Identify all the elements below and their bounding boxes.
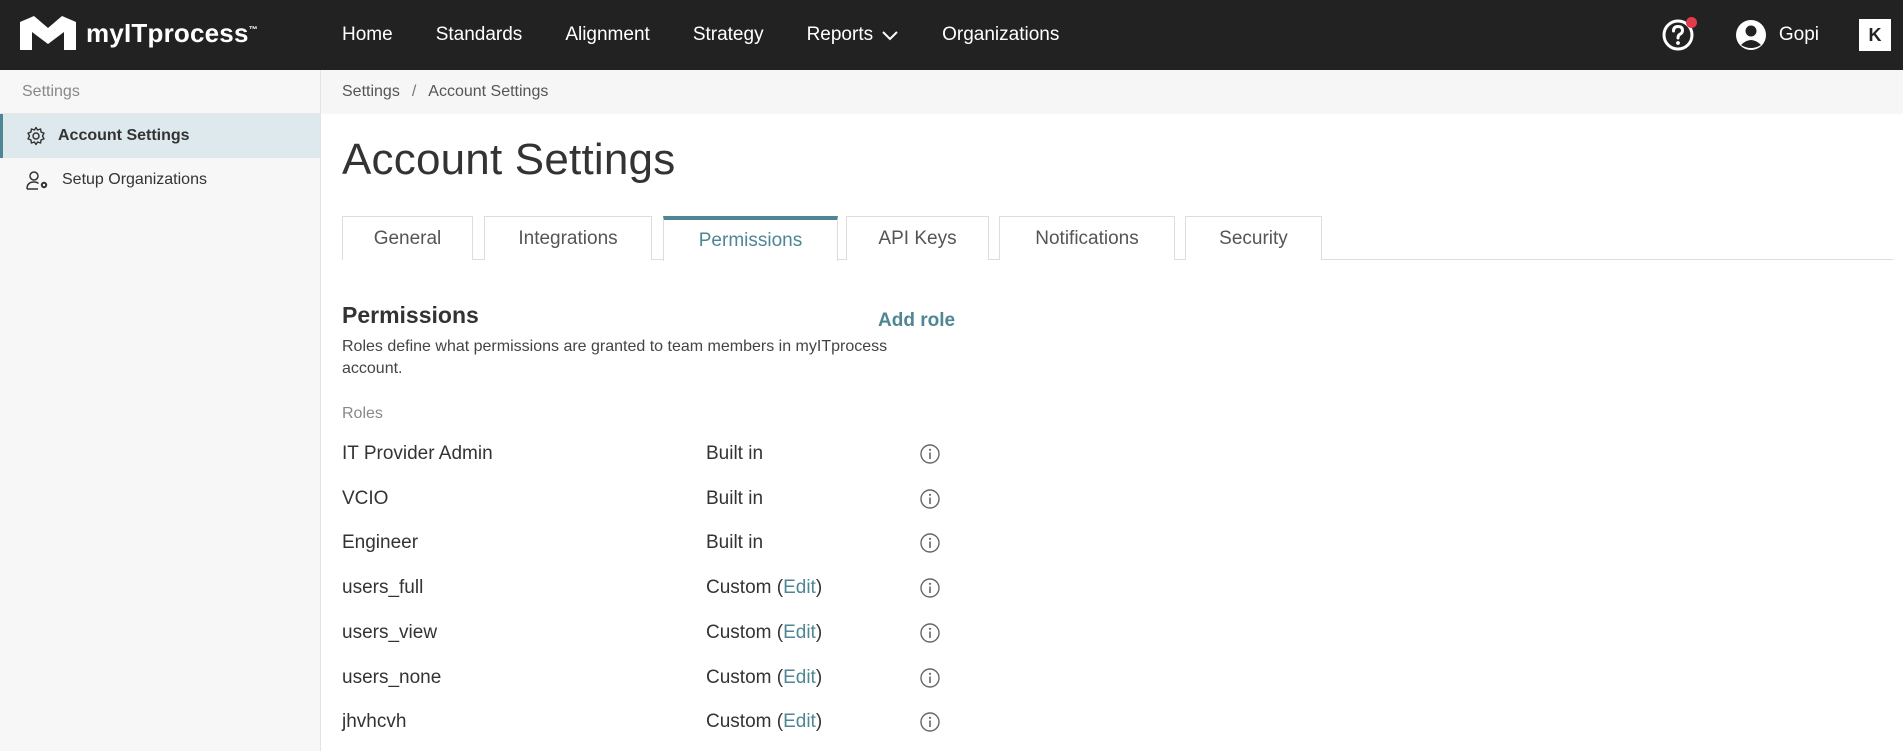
role-type: Custom (Edit): [706, 622, 823, 643]
user-name: Gopi: [1778, 24, 1819, 45]
user-gear-icon: [26, 171, 48, 190]
tab-integrations[interactable]: Integrations: [484, 216, 652, 260]
settings-tabs: General Integrations Permissions API Key…: [342, 216, 1893, 261]
nav-home[interactable]: Home: [342, 24, 393, 46]
role-name: Engineer: [342, 532, 419, 553]
role-name: users_none: [342, 667, 442, 688]
help-button[interactable]: [1661, 17, 1697, 52]
role-type: Built in: [706, 488, 764, 509]
logo-text: myITprocess™: [86, 17, 258, 48]
role-row: jhvhcvh Custom (Edit): [342, 707, 942, 737]
tab-general[interactable]: General: [342, 216, 473, 260]
role-name: VCIO: [342, 488, 389, 509]
nav-standards[interactable]: Standards: [436, 24, 523, 46]
info-icon[interactable]: [919, 532, 941, 554]
tab-security[interactable]: Security: [1185, 216, 1322, 260]
role-type: Built in: [706, 532, 764, 553]
notification-dot: [1685, 17, 1697, 28]
edit-role-link[interactable]: Edit: [783, 622, 816, 643]
role-name: IT Provider Admin: [342, 443, 493, 464]
nav-alignment[interactable]: Alignment: [565, 24, 650, 46]
breadcrumb-current: Account Settings: [428, 83, 549, 100]
nav-reports[interactable]: Reports: [807, 24, 900, 46]
logo-mark-icon: [20, 16, 76, 50]
role-type: Built in: [706, 443, 764, 464]
role-type: Custom (Edit): [706, 667, 823, 688]
edit-role-link[interactable]: Edit: [783, 577, 816, 598]
nav-right: Gopi K: [1661, 0, 1903, 70]
tab-notifications[interactable]: Notifications: [999, 216, 1175, 260]
edit-role-link[interactable]: Edit: [783, 711, 816, 732]
role-row: users_full Custom (Edit): [342, 573, 942, 603]
nav-reports-label: Reports: [806, 24, 874, 45]
nav-strategy[interactable]: Strategy: [693, 24, 764, 46]
info-icon[interactable]: [919, 667, 941, 689]
tab-permissions[interactable]: Permissions: [663, 216, 838, 261]
edit-role-link[interactable]: Edit: [783, 667, 816, 688]
roles-label: Roles: [342, 405, 383, 422]
sidebar-item-label: Account Settings: [58, 127, 190, 144]
role-name: jhvhcvh: [342, 711, 407, 732]
nav-organizations[interactable]: Organizations: [942, 24, 1059, 46]
role-row: users_view Custom (Edit): [342, 618, 942, 648]
sidebar: Settings Account Settings Setup Organiza…: [0, 70, 321, 751]
tab-api-keys[interactable]: API Keys: [846, 216, 989, 260]
info-icon[interactable]: [919, 622, 941, 644]
page-title: Account Settings: [342, 135, 676, 184]
chevron-down-icon: [882, 31, 898, 41]
role-name: users_full: [342, 577, 424, 598]
sidebar-item-label: Setup Organizations: [62, 171, 207, 188]
sidebar-item-setup-organizations[interactable]: Setup Organizations: [0, 158, 320, 202]
user-menu[interactable]: Gopi: [1735, 19, 1819, 51]
permissions-description: Roles define what permissions are grante…: [342, 338, 888, 377]
role-row: VCIO Built in: [342, 484, 942, 514]
info-icon[interactable]: [919, 711, 941, 733]
breadcrumb-root[interactable]: Settings: [342, 83, 400, 101]
role-row: Engineer Built in: [342, 528, 942, 558]
sidebar-item-account-settings[interactable]: Account Settings: [0, 114, 320, 158]
top-navbar: myITprocess™ Home Standards Alignment St…: [0, 0, 1903, 70]
permissions-title: Permissions: [342, 302, 479, 328]
gear-icon: [27, 126, 45, 146]
breadcrumb-separator: /: [411, 83, 417, 100]
role-name: users_view: [342, 622, 438, 643]
app-logo[interactable]: myITprocess™: [18, 14, 258, 52]
info-icon[interactable]: [919, 443, 941, 465]
add-role-button[interactable]: Add role: [878, 310, 955, 332]
brand-badge[interactable]: K: [1859, 19, 1891, 51]
breadcrumb: Settings / Account Settings: [321, 70, 1903, 114]
info-icon[interactable]: [919, 577, 941, 599]
role-type: Custom (Edit): [706, 711, 823, 732]
sidebar-heading: Settings: [0, 70, 320, 114]
role-type: Custom (Edit): [706, 577, 823, 598]
user-avatar-icon: [1735, 20, 1766, 50]
role-row: IT Provider Admin Built in: [342, 439, 942, 469]
role-row: users_none Custom (Edit): [342, 663, 942, 693]
info-icon[interactable]: [919, 488, 941, 510]
main-nav: Home Standards Alignment Strategy Report…: [342, 0, 1102, 70]
